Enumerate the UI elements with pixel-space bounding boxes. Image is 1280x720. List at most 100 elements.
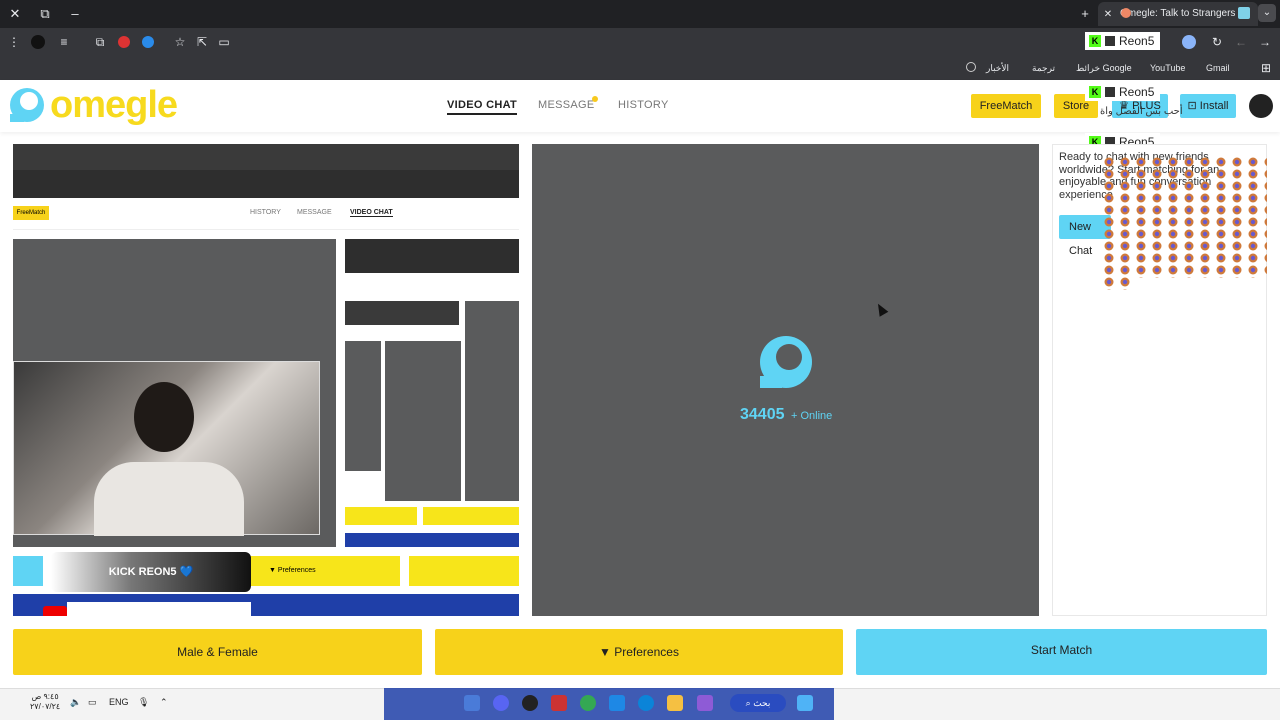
window-minimize-icon[interactable]: –: [65, 4, 85, 24]
preferences-button[interactable]: ▼ Preferences: [435, 629, 843, 675]
mirror-cyan-block: [13, 556, 43, 586]
tab-favicon-icon: [1121, 8, 1131, 18]
edge-icon[interactable]: [638, 695, 654, 711]
clock[interactable]: ٩:٤٥ ص ٢٧/٠٧/٢٤: [30, 692, 60, 712]
mirror-side-bar2: [345, 301, 459, 325]
overlay-avatar-icon: [1105, 87, 1115, 97]
discord-icon[interactable]: [493, 695, 509, 711]
taskbar-app-icon-1[interactable]: [464, 695, 480, 711]
nav-history[interactable]: HISTORY: [618, 99, 669, 111]
apps-grid-icon[interactable]: ⊞: [1258, 60, 1274, 76]
search-box[interactable]: ⌕ بحث: [730, 694, 786, 712]
chrome-icon[interactable]: [580, 695, 596, 711]
mirror-side-panel: [345, 341, 381, 471]
start-match-button[interactable]: Start Match: [856, 629, 1267, 675]
mirror-toolbar: [13, 170, 519, 198]
cast-icon[interactable]: ▭: [216, 34, 232, 50]
nav-video-chat[interactable]: VIDEO CHAT: [447, 99, 518, 115]
taskbar-app-icon-4[interactable]: [551, 695, 567, 711]
self-video-panel: FreeMatch HISTORY MESSAGE VIDEO CHAT ▼ P…: [13, 144, 519, 616]
clock-date: ٢٧/٠٧/٢٤: [30, 702, 61, 711]
tab-close-icon[interactable]: ✕: [1098, 5, 1118, 25]
windows-start-icon[interactable]: [797, 695, 813, 711]
file-explorer-icon[interactable]: [667, 695, 683, 711]
mirror-history: HISTORY: [250, 209, 281, 216]
omegle-logo-text[interactable]: omegle: [50, 84, 178, 127]
install-label: Install: [1199, 100, 1229, 112]
filter-icon: ▼: [599, 645, 615, 659]
mirror-titlebar: [13, 144, 519, 170]
mirror-taskbar: [345, 533, 519, 547]
freematch-button[interactable]: FreeMatch: [971, 94, 1041, 118]
webcam-person-body: [94, 462, 244, 536]
mirror-yellow-2: [423, 507, 519, 525]
mirror-filter-icon: ▼: [269, 567, 278, 574]
install-button[interactable]: ⊡ Install: [1180, 94, 1236, 118]
mirror-message: MESSAGE: [297, 209, 332, 216]
kick-banner: KICK REON5 💙: [51, 552, 251, 592]
overlay-reon5-2: K Reon5: [1085, 83, 1161, 101]
tab-list-chevron-icon[interactable]: ⌄: [1258, 4, 1276, 22]
extensions-icon[interactable]: ⧉: [92, 34, 108, 50]
menu-icon[interactable]: ⋮: [6, 34, 22, 50]
store-icon[interactable]: [609, 695, 625, 711]
overlay-arabic-text: أحب بس الفصل واة: [1100, 106, 1183, 117]
clock-time: ٩:٤٥ ص: [31, 692, 59, 701]
omegle-logo-icon[interactable]: [8, 86, 46, 124]
emoji-spam-overlay: [1103, 156, 1267, 290]
bookmark-news[interactable]: الأخبار: [986, 61, 1009, 75]
reload-icon[interactable]: ↻: [1209, 34, 1225, 50]
kick-logo-icon: K: [1089, 86, 1101, 98]
tray-chevron-icon[interactable]: ⌃: [160, 697, 168, 708]
youtube-banner: [67, 602, 251, 616]
tab-title: Omegle: Talk to Strangers w: [1120, 8, 1246, 19]
extension-red-icon[interactable]: [118, 36, 130, 48]
install-icon: ⊡: [1187, 100, 1200, 112]
forward-icon[interactable]: →: [1257, 34, 1273, 50]
bookmark-star-icon[interactable]: ☆: [172, 34, 188, 50]
bookmark-gmail[interactable]: Gmail: [1206, 61, 1230, 75]
network-icon[interactable]: ▭: [88, 697, 97, 708]
mirror-side: [345, 239, 519, 547]
gender-filter-button[interactable]: Male & Female: [13, 629, 422, 675]
overlay-reon5-1: K Reon5: [1085, 32, 1161, 50]
bookmark-translate[interactable]: ترجمة: [1032, 61, 1055, 75]
taskbar-app-icon-3[interactable]: [522, 695, 538, 711]
copilot-icon[interactable]: [697, 695, 713, 711]
webcam-feed: [13, 361, 320, 536]
window-close-icon[interactable]: ✕: [5, 4, 25, 24]
mirror-yellow-1: [345, 507, 417, 525]
mirror-video-chat: VIDEO CHAT: [350, 209, 393, 217]
webcam-person-head: [134, 382, 194, 452]
extension-blue-icon[interactable]: [142, 36, 154, 48]
tab-search-icon[interactable]: [1238, 7, 1250, 19]
overlay-name: Reon5: [1119, 85, 1155, 99]
kick-logo-icon: K: [1089, 35, 1101, 47]
nav-message[interactable]: MESSAGE: [538, 99, 595, 111]
overlay-avatar-icon: [1105, 36, 1115, 46]
account-icon[interactable]: [1182, 35, 1196, 49]
new-tab-button[interactable]: +: [1075, 4, 1095, 24]
list-icon[interactable]: ≡: [56, 34, 72, 50]
online-count: 34405: [740, 406, 785, 423]
online-label: + Online: [791, 410, 833, 422]
youtube-icon: [43, 606, 67, 616]
share-icon[interactable]: ⇱: [194, 34, 210, 50]
omegle-center-logo-icon: [760, 336, 812, 388]
overlay-name: Reon5: [1119, 34, 1155, 48]
language-indicator[interactable]: ENG: [109, 697, 129, 707]
profile-icon[interactable]: [31, 35, 45, 49]
mirror-start-block: [409, 556, 519, 586]
mirror-freematch: FreeMatch: [13, 206, 49, 220]
volume-icon[interactable]: 🔈: [70, 697, 81, 708]
globe-icon[interactable]: [966, 62, 976, 72]
bookmark-maps[interactable]: خرائط Google: [1076, 61, 1132, 75]
back-icon[interactable]: ←: [1233, 34, 1249, 50]
mirror-side-bar: [345, 239, 519, 273]
preferences-label: Preferences: [614, 645, 679, 659]
microphone-icon[interactable]: 🎙: [138, 697, 149, 708]
user-avatar[interactable]: [1249, 94, 1273, 118]
search-label: بحث: [753, 698, 771, 708]
bookmark-youtube[interactable]: YouTube: [1150, 61, 1185, 75]
window-restore-icon[interactable]: ⧉: [35, 4, 55, 24]
